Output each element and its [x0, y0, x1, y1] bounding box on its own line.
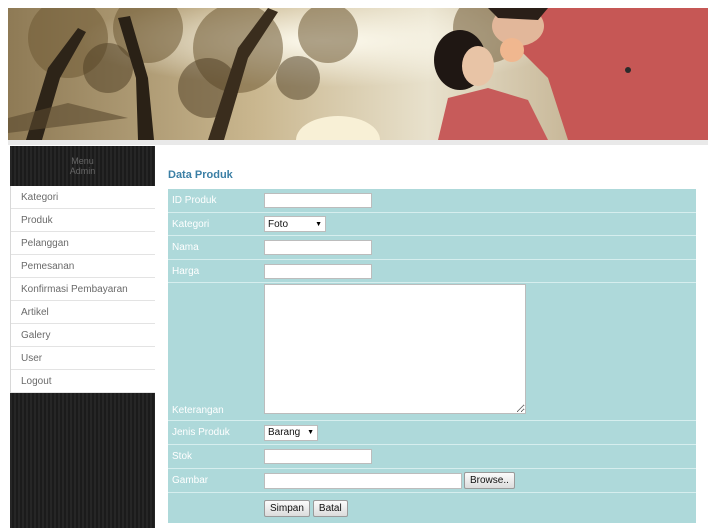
sidebar: Menu Admin Kategori Produk Pelanggan Pem…	[10, 146, 155, 528]
sidebar-item-kategori[interactable]: Kategori	[11, 186, 155, 209]
banner-photo	[8, 8, 708, 140]
sidebar-item-pelanggan[interactable]: Pelanggan	[11, 232, 155, 255]
nama-label: Nama	[172, 242, 199, 253]
keterangan-label: Keterangan	[172, 405, 224, 416]
chevron-down-icon: ▼	[307, 429, 314, 436]
page-title: Data Produk	[168, 169, 233, 181]
gambar-label: Gambar	[172, 475, 209, 486]
sidebar-item-produk[interactable]: Produk	[11, 209, 155, 232]
harga-label: Harga	[172, 265, 200, 277]
product-form: ID Produk Kategori Foto ▼ Nama Harga Ket…	[168, 189, 696, 523]
sidebar-item-logout[interactable]: Logout	[11, 370, 155, 393]
save-button[interactable]: Simpan	[264, 499, 310, 517]
form-row-jenis: Jenis Produk Barang ▼	[168, 421, 696, 445]
sidebar-item-konfirmasi-pembayaran[interactable]: Konfirmasi Pembayaran	[11, 278, 155, 301]
kategori-select[interactable]: Foto ▼	[264, 216, 326, 232]
sidebar-item-galery[interactable]: Galery	[11, 324, 155, 347]
chevron-down-icon: ▼	[315, 220, 322, 228]
sidebar-item-user[interactable]: User	[11, 347, 155, 370]
keterangan-textarea[interactable]	[264, 284, 526, 414]
menu-heading: Menu Admin	[10, 146, 155, 186]
actions-spacer	[168, 493, 264, 523]
kategori-label: Kategori	[172, 218, 210, 230]
nama-input[interactable]	[264, 240, 372, 255]
jenis-produk-label: Jenis Produk	[172, 427, 230, 438]
form-row-kategori: Kategori Foto ▼	[168, 213, 696, 236]
kategori-selected-value: Foto	[268, 218, 289, 230]
stok-label: Stok	[172, 451, 193, 462]
sidebar-item-pemesanan[interactable]: Pemesanan	[11, 255, 155, 278]
form-row-nama: Nama	[168, 236, 696, 260]
form-row-gambar: Gambar Browse..	[168, 469, 696, 493]
id-label: ID Produk	[172, 195, 217, 206]
jenis-produk-select[interactable]: Barang ▼	[264, 424, 318, 441]
page-frame: Menu Admin Kategori Produk Pelanggan Pem…	[8, 8, 708, 528]
browse-button[interactable]: Browse..	[464, 472, 515, 489]
main-content: Data Produk ID Produk Kategori Foto ▼ Na…	[168, 166, 696, 523]
harga-input[interactable]	[264, 263, 372, 279]
gambar-file-input[interactable]	[264, 472, 462, 489]
jenis-produk-selected-value: Barang	[268, 427, 301, 438]
form-row-id: ID Produk	[168, 189, 696, 213]
header-banner	[8, 8, 708, 140]
menu-heading-line2: Admin	[69, 166, 96, 176]
sidebar-item-artikel[interactable]: Artikel	[11, 301, 155, 324]
form-row-keterangan: Keterangan	[168, 283, 696, 421]
id-produk-input[interactable]	[264, 193, 372, 208]
menu-heading-line1: Menu	[71, 156, 94, 166]
banner-separator	[8, 140, 708, 145]
cancel-button[interactable]: Batal	[312, 499, 348, 517]
stok-input[interactable]	[264, 449, 372, 464]
form-row-harga: Harga	[168, 260, 696, 283]
form-row-stok: Stok	[168, 445, 696, 469]
sidebar-menu: Kategori Produk Pelanggan Pemesanan Konf…	[10, 186, 155, 393]
form-row-actions: Simpan Batal	[168, 493, 696, 523]
